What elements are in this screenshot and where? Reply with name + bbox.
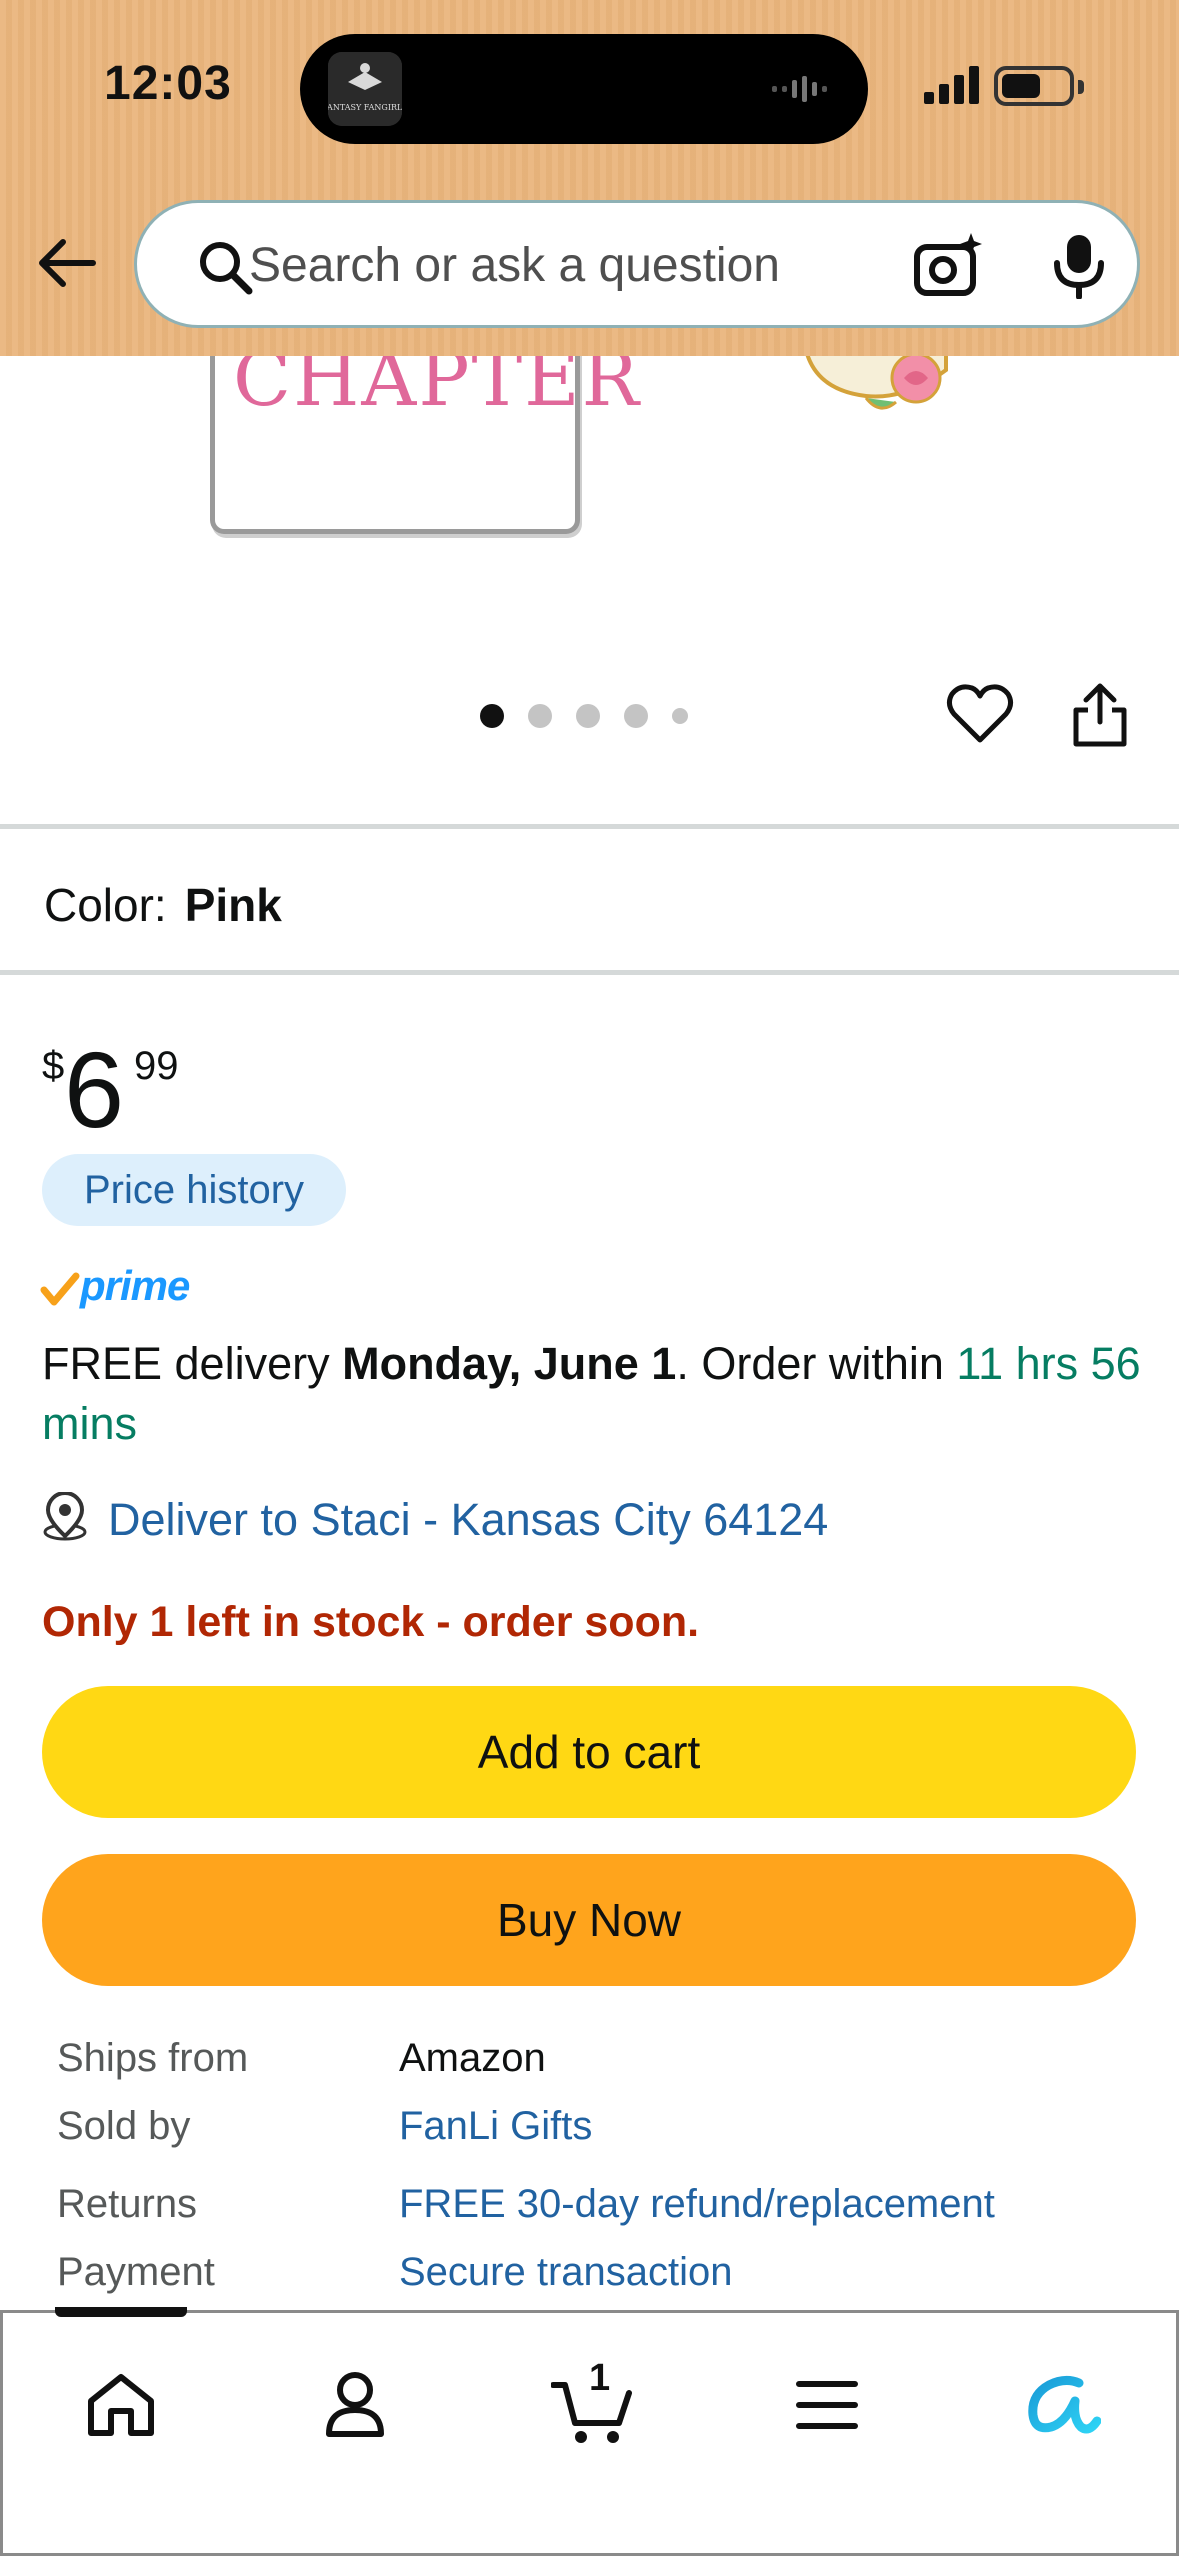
buy-now-button[interactable]: Buy Now bbox=[42, 1854, 1136, 1986]
cart-icon[interactable]: 1 bbox=[543, 2355, 643, 2455]
image-dot[interactable] bbox=[624, 704, 648, 728]
account-icon[interactable] bbox=[305, 2355, 405, 2455]
rufus-icon[interactable] bbox=[1013, 2355, 1113, 2455]
home-icon[interactable] bbox=[71, 2355, 171, 2455]
camera-lens-icon[interactable] bbox=[913, 233, 983, 304]
divider bbox=[0, 824, 1179, 829]
deliver-to-text[interactable]: Deliver to Staci - Kansas City 64124 bbox=[108, 1490, 828, 1550]
prime-check-icon bbox=[40, 1272, 80, 1306]
search-bar[interactable] bbox=[134, 200, 1140, 328]
seller-info: Ships from Amazon Sold by FanLi Gifts Re… bbox=[57, 2036, 1137, 2318]
search-icon bbox=[197, 239, 253, 300]
dynamic-island: FANTASY FANGIRLS bbox=[300, 34, 868, 144]
menu-icon[interactable] bbox=[777, 2355, 877, 2455]
color-label: Color: bbox=[44, 879, 167, 931]
microphone-icon[interactable] bbox=[1051, 233, 1107, 304]
info-key: Returns bbox=[57, 2182, 198, 2226]
price-currency: $ bbox=[42, 1044, 65, 1088]
status-time: 12:03 bbox=[104, 57, 232, 110]
image-dot[interactable] bbox=[672, 708, 688, 724]
search-input[interactable] bbox=[249, 217, 929, 313]
image-dot[interactable] bbox=[576, 704, 600, 728]
product-image-carousel[interactable]: CHAPTER bbox=[0, 356, 1179, 826]
cart-count: 1 bbox=[589, 2357, 611, 2399]
audio-wave-icon bbox=[772, 72, 836, 111]
app-logo: FANTASY FANGIRLS bbox=[328, 52, 402, 126]
header: 12:03 FANTASY FANGIRLS bbox=[0, 0, 1179, 356]
info-row: Payment Secure transaction bbox=[57, 2250, 1137, 2318]
image-dot[interactable] bbox=[480, 704, 504, 728]
returns-link[interactable]: FREE 30-day refund/replacement bbox=[399, 2182, 995, 2227]
price-history-button[interactable]: Price history bbox=[42, 1154, 346, 1226]
info-key: Sold by bbox=[57, 2104, 191, 2148]
info-row: Sold by FanLi Gifts bbox=[57, 2104, 1137, 2182]
product-image-card: CHAPTER bbox=[210, 356, 641, 534]
prime-text: prime bbox=[80, 1262, 190, 1309]
price-whole: 6 bbox=[64, 1029, 125, 1150]
back-arrow-icon[interactable] bbox=[34, 230, 100, 296]
info-value: Amazon bbox=[399, 2036, 546, 2080]
price-fraction: 99 bbox=[134, 1044, 179, 1088]
bottom-tab-bar: 1 bbox=[0, 2307, 1179, 2556]
color-value: Pink bbox=[184, 879, 282, 931]
add-to-cart-button[interactable]: Add to cart bbox=[42, 1686, 1136, 1818]
payment-link[interactable]: Secure transaction bbox=[399, 2250, 733, 2295]
info-row: Returns FREE 30-day refund/replacement bbox=[57, 2182, 1137, 2250]
delivery-info: FREE delivery Monday, June 1. Order with… bbox=[42, 1338, 1141, 1449]
info-row: Ships from Amazon bbox=[57, 2036, 1137, 2104]
product-image-card-text: CHAPTER bbox=[233, 356, 641, 423]
heart-icon[interactable] bbox=[946, 682, 1014, 751]
app-logo-text: FANTASY FANGIRLS bbox=[328, 103, 402, 112]
rose-pin-image bbox=[796, 356, 966, 435]
info-key: Payment bbox=[57, 2250, 215, 2294]
cellular-signal-icon bbox=[924, 66, 980, 109]
seller-link[interactable]: FanLi Gifts bbox=[399, 2104, 592, 2149]
delivery-date: Monday, June 1 bbox=[342, 1338, 677, 1389]
share-icon[interactable] bbox=[1070, 682, 1130, 753]
active-tab-indicator bbox=[55, 2307, 187, 2317]
battery-icon bbox=[994, 66, 1074, 106]
image-pagination[interactable] bbox=[480, 704, 712, 728]
info-key: Ships from bbox=[57, 2036, 249, 2080]
location-pin-icon bbox=[42, 1491, 88, 1547]
image-dot[interactable] bbox=[528, 704, 552, 728]
divider bbox=[0, 970, 1179, 975]
color-selector[interactable]: Color: Pink bbox=[44, 878, 282, 932]
stock-status: Only 1 left in stock - order soon. bbox=[42, 1598, 700, 1646]
